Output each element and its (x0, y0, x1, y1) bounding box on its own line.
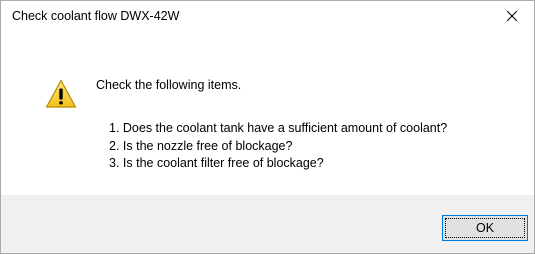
ok-button[interactable]: OK (442, 215, 528, 241)
message-item: 2. Is the nozzle free of blockage? (109, 138, 293, 153)
ok-button-label: OK (445, 218, 525, 238)
close-icon (506, 10, 517, 22)
window-title: Check coolant flow DWX-42W (12, 9, 180, 23)
title-bar[interactable]: Check coolant flow DWX-42W (1, 1, 534, 31)
message-dialog: Check coolant flow DWX-42W Check the fol… (0, 0, 535, 254)
close-button[interactable] (489, 1, 534, 31)
dialog-content: Check the following items. 1. Does the c… (1, 31, 534, 195)
message-item: 3. Is the coolant filter free of blockag… (109, 156, 324, 170)
message-heading: Check the following items. (96, 78, 242, 92)
message-item: 1. Does the coolant tank have a sufficie… (109, 121, 448, 135)
warning-icon (45, 78, 77, 110)
message-item-list: 1. Does the coolant tank have a sufficie… (109, 120, 447, 173)
